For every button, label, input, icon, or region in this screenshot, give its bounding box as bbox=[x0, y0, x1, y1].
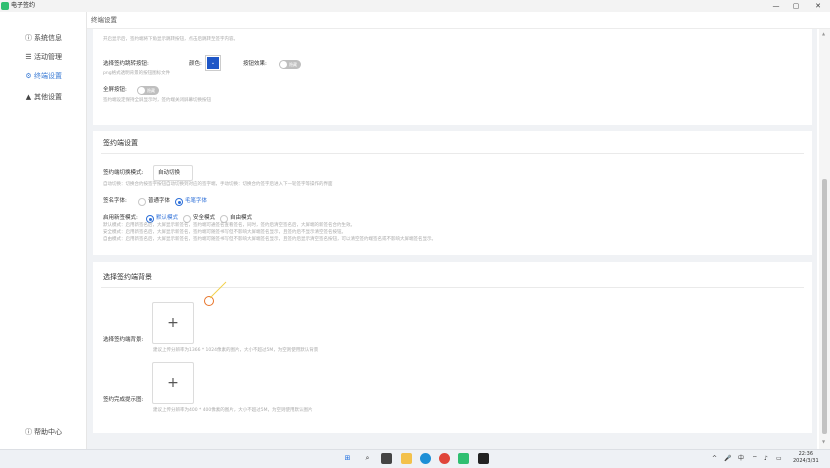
list-icon: ☰ bbox=[25, 53, 32, 61]
title-bar: 电子签约 — ▢ ✕ bbox=[0, 0, 830, 12]
signature-font-label: 签名字体: bbox=[103, 198, 127, 204]
divider bbox=[101, 153, 804, 154]
volume-icon[interactable]: ♪ bbox=[764, 454, 768, 463]
background-upload[interactable]: + bbox=[152, 302, 194, 344]
ime-indicator[interactable]: 中 bbox=[738, 454, 744, 463]
maximize-button[interactable]: ▢ bbox=[788, 1, 804, 11]
scrollbar[interactable]: ▲ ▼ bbox=[819, 29, 830, 449]
page-header: 终端设置 bbox=[87, 12, 830, 29]
switch-mode-select[interactable]: 自动切换 bbox=[153, 165, 193, 181]
hint-text: png格式透明背景的按钮图标文件 bbox=[103, 71, 171, 76]
fullscreen-toggle[interactable]: 隐藏 bbox=[137, 86, 159, 95]
sidebar-item-label: 帮助中心 bbox=[34, 428, 62, 436]
button-settings-card: 开启显示后，签约端将下角显示跳转按钮，点击后跳转至签字内容。 选择签约跳转按钮:… bbox=[93, 29, 812, 125]
radio-label: 普通字体 bbox=[148, 198, 171, 204]
chrome-icon[interactable] bbox=[439, 453, 450, 464]
windows-icon[interactable]: ⊞ bbox=[342, 453, 353, 464]
mode-description: 默认模式：启用新签名后，大屏显示新签名，签约端可通签名查看签名，同时，签约后清空… bbox=[103, 223, 355, 228]
close-button[interactable]: ✕ bbox=[810, 1, 826, 11]
sidebar-item-terminal-settings[interactable]: ⚙ 终端设置 bbox=[0, 69, 86, 83]
app-logo-icon bbox=[1, 2, 9, 10]
scrollbar-thumb[interactable] bbox=[822, 179, 827, 434]
toggle-label: 隐藏 bbox=[147, 88, 155, 93]
color-label: 颜色: bbox=[189, 61, 202, 67]
tray-chevron-icon[interactable]: ^ bbox=[712, 454, 717, 463]
button-effect-toggle[interactable]: 隐藏 bbox=[279, 60, 301, 69]
gear-icon: ⚙ bbox=[25, 72, 32, 80]
color-picker[interactable]: ⌄ bbox=[205, 55, 221, 71]
hint-text: 建议上传分辨率为1366 * 1024像素的图片，大小不超过5M，为空则使用默认… bbox=[153, 348, 319, 353]
clock-date: 2024/3/31 bbox=[793, 458, 819, 464]
search-icon[interactable]: ⌕ bbox=[362, 453, 373, 464]
hint-text: 开启显示后，签约端将下角显示跳转按钮，点击后跳转至签字内容。 bbox=[103, 37, 238, 42]
switch-mode-value: 自动切换 bbox=[158, 170, 181, 176]
scroll-up-icon[interactable]: ▲ bbox=[822, 31, 825, 36]
terminal-settings-card: 签约端设置 签约端切换模式: 自动切换 自动切换：切换合约按签字按钮自动切换到对… bbox=[93, 131, 812, 255]
section-title: 选择签约端背景 bbox=[103, 273, 152, 281]
help-icon: ⓘ bbox=[25, 428, 32, 436]
hint-text: 自动切换：切换合约按签字按钮自动切换到对应的签字端，手动切换：切换合约签字后进入… bbox=[103, 182, 333, 187]
plus-icon: + bbox=[167, 375, 179, 391]
button-effect-label: 按钮效果: bbox=[243, 61, 267, 67]
toggle-knob bbox=[138, 87, 145, 94]
sidebar-item-label: 其他设置 bbox=[34, 93, 62, 101]
chevron-down-icon: ⌄ bbox=[207, 57, 219, 69]
sidebar-item-help-center[interactable]: ⓘ 帮助中心 bbox=[0, 425, 86, 439]
hint-text: 签约端设定保持全屏显示时，签约端关闭屏幕切换按钮 bbox=[103, 98, 211, 103]
explorer-icon[interactable] bbox=[401, 453, 412, 464]
radio-free-mode[interactable] bbox=[220, 215, 228, 223]
toggle-knob bbox=[280, 61, 287, 68]
clock[interactable]: 22:36 2024/3/31 bbox=[793, 451, 819, 465]
microphone-icon[interactable]: 🎤 bbox=[724, 454, 731, 463]
info-icon: ⓘ bbox=[25, 34, 32, 42]
signing-mode-label: 启用新签模式: bbox=[103, 215, 138, 221]
sidebar-item-system-info[interactable]: ⓘ 系统信息 bbox=[0, 31, 86, 45]
section-title: 签约端设置 bbox=[103, 139, 138, 147]
radio-normal-font[interactable] bbox=[138, 198, 146, 206]
radio-default-mode[interactable] bbox=[146, 215, 154, 223]
completion-image-label: 签约完成提示图: bbox=[103, 397, 144, 403]
hint-text: 建议上传分辨率为400 * 400像素的图片，大小不超过5M，为空则使用默认图片 bbox=[153, 408, 313, 413]
background-card: 选择签约端背景 选择签约端背景: + 建议上传分辨率为1366 * 1024像素… bbox=[93, 262, 812, 433]
minimize-button[interactable]: — bbox=[768, 1, 784, 11]
radio-label: 默认模式 bbox=[156, 215, 179, 221]
main-content: 开启显示后，签约端将下角显示跳转按钮，点击后跳转至签字内容。 选择签约跳转按钮:… bbox=[87, 29, 817, 449]
completion-image-upload[interactable]: + bbox=[152, 362, 194, 404]
sidebar-item-label: 系统信息 bbox=[34, 34, 62, 42]
clock-time: 22:36 bbox=[798, 451, 814, 457]
radio-label: 毛笔字体 bbox=[185, 198, 208, 204]
fullscreen-label: 全屏按钮: bbox=[103, 87, 127, 93]
jump-button-label: 选择签约跳转按钮: bbox=[103, 61, 149, 67]
app-title: 电子签约 bbox=[11, 2, 36, 9]
switch-mode-label: 签约端切换模式: bbox=[103, 170, 144, 176]
app-icon[interactable] bbox=[458, 453, 469, 464]
taskview-icon[interactable] bbox=[381, 453, 392, 464]
sidebar-item-activity-management[interactable]: ☰ 活动管理 bbox=[0, 50, 86, 64]
divider bbox=[101, 287, 804, 288]
scroll-down-icon[interactable]: ▼ bbox=[822, 439, 825, 444]
sidebar-item-label: 活动管理 bbox=[34, 53, 62, 61]
mode-description: 自由模式：启用新签名后，大屏显示新签名，签约端可随签书写但不影响大屏端签名显示，… bbox=[103, 237, 436, 242]
wifi-icon[interactable]: ⌔ bbox=[752, 454, 758, 463]
edge-icon[interactable] bbox=[420, 453, 431, 464]
sidebar: ⓘ 系统信息 ☰ 活动管理 ⚙ 终端设置 ▲ 其他设置 ⓘ 帮助中心 bbox=[0, 12, 87, 449]
cursor-trail bbox=[209, 281, 227, 299]
radio-brush-font[interactable] bbox=[175, 198, 183, 206]
battery-icon[interactable]: ▭ bbox=[776, 454, 782, 463]
sidebar-item-label: 终端设置 bbox=[34, 72, 62, 80]
background-label: 选择签约端背景: bbox=[103, 337, 144, 343]
page-title: 终端设置 bbox=[91, 16, 117, 24]
toggle-label: 隐藏 bbox=[289, 62, 297, 67]
plus-icon: + bbox=[167, 315, 179, 331]
radio-label: 安全模式 bbox=[193, 215, 216, 221]
radio-label: 自由模式 bbox=[230, 215, 253, 221]
warning-icon: ▲ bbox=[25, 93, 32, 101]
radio-safe-mode[interactable] bbox=[183, 215, 191, 223]
sidebar-item-other-settings[interactable]: ▲ 其他设置 bbox=[0, 90, 86, 104]
terminal-icon[interactable] bbox=[478, 453, 489, 464]
taskbar: ⊞ ⌕ ^ 🎤 中 ⌔ ♪ ▭ 22:36 2024/3/31 bbox=[0, 449, 830, 468]
mode-description: 安全模式：启用新签名后，大屏显示新签名，签约端可随签书写但不影响大屏端签名显示，… bbox=[103, 230, 346, 235]
